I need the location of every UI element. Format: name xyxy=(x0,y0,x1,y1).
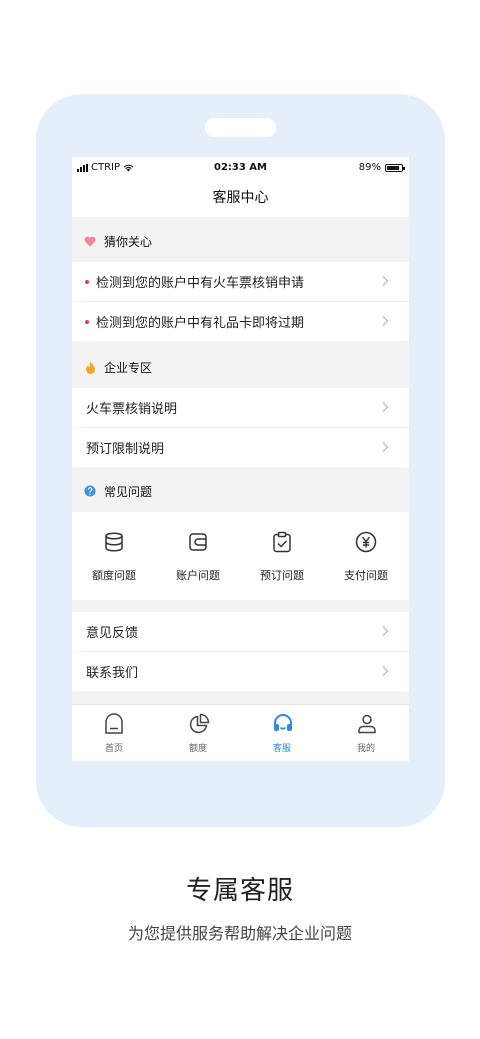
chevron-right-icon xyxy=(382,626,389,636)
alert-dot xyxy=(85,279,89,284)
fire-icon xyxy=(84,361,96,374)
headset-icon xyxy=(274,714,292,731)
section-faq-title: 常见问题 xyxy=(104,484,153,499)
faq-label: 预订问题 xyxy=(260,569,304,582)
section-faq-header: 常见问题 xyxy=(72,470,409,512)
section-guess-title: 猜你关心 xyxy=(104,234,153,249)
alert-dot xyxy=(85,319,89,324)
faq-payment-button[interactable]: 支付问题 xyxy=(324,512,408,600)
list-item-label: 火车票核销说明 xyxy=(86,402,178,417)
list-item-label: 联系我们 xyxy=(86,666,139,681)
tab-label: 客服 xyxy=(272,744,291,754)
battery-percent: 89% xyxy=(358,162,381,173)
battery-icon xyxy=(385,163,405,172)
section-enterprise-header: 企业专区 xyxy=(72,346,409,388)
tab-mine[interactable]: 我的 xyxy=(324,705,408,761)
list-item-label: 检测到您的账户中有礼品卡即将过期 xyxy=(96,316,305,331)
faq-category-grid: 额度问题 账户问题 预订问题 支付问题 xyxy=(72,512,409,600)
faq-booking-button[interactable]: 预订问题 xyxy=(240,512,324,600)
tab-label: 我的 xyxy=(356,744,375,754)
list-item-train-refund-alert[interactable]: 检测到您的账户中有火车票核销申请 xyxy=(72,262,409,301)
faq-account-button[interactable]: 账户问题 xyxy=(156,512,240,600)
list-item-label: 预订限制说明 xyxy=(86,442,165,457)
list-item-train-refund-info[interactable]: 火车票核销说明 xyxy=(72,388,409,427)
list-item-giftcard-alert[interactable]: 检测到您的账户中有礼品卡即将过期 xyxy=(72,302,409,341)
pie-chart-icon xyxy=(189,713,210,734)
tab-quota[interactable]: 额度 xyxy=(156,705,240,761)
faq-label: 账户问题 xyxy=(176,569,220,582)
yen-circle-icon xyxy=(355,531,377,553)
list-item-label: 检测到您的账户中有火车票核销申请 xyxy=(96,276,305,291)
tab-label: 额度 xyxy=(188,744,207,754)
section-guess-header: 猜你关心 xyxy=(72,220,409,262)
list-item-booking-limit-info[interactable]: 预订限制说明 xyxy=(72,428,409,467)
home-icon xyxy=(105,713,123,734)
tab-service[interactable]: 客服 xyxy=(240,705,324,761)
list-item-contact-us[interactable]: 联系我们 xyxy=(72,652,409,691)
caption-subtitle: 为您提供服务帮助解决企业问题 xyxy=(127,924,352,943)
tab-home[interactable]: 首页 xyxy=(72,705,156,761)
tab-bar: 首页 额度 客服 我的 xyxy=(72,704,409,761)
heart-icon xyxy=(84,235,96,247)
user-icon xyxy=(358,714,376,734)
list-item-feedback[interactable]: 意见反馈 xyxy=(72,612,409,651)
chevron-right-icon xyxy=(382,442,389,452)
faq-label: 支付问题 xyxy=(344,569,388,582)
page-title: 客服中心 xyxy=(72,179,409,217)
chevron-right-icon xyxy=(382,276,389,286)
section-enterprise-title: 企业专区 xyxy=(104,360,153,375)
chevron-right-icon xyxy=(382,316,389,326)
chevron-right-icon xyxy=(382,666,389,676)
list-item-label: 意见反馈 xyxy=(86,626,139,641)
app-screen: CTRIP 02:33 AM 89% 客服中心 猜你关心 检测到您的账户中有火车… xyxy=(72,157,409,761)
database-icon xyxy=(105,532,123,552)
clipboard-check-icon xyxy=(273,531,291,553)
phone-speaker xyxy=(205,118,276,137)
tab-label: 首页 xyxy=(104,744,123,754)
faq-quota-button[interactable]: 额度问题 xyxy=(72,512,156,600)
chevron-right-icon xyxy=(382,402,389,412)
caption-title: 专属客服 xyxy=(185,876,294,906)
status-bar: CTRIP 02:33 AM 89% xyxy=(72,157,409,179)
wallet-icon xyxy=(189,533,207,551)
help-icon xyxy=(84,485,96,497)
faq-label: 额度问题 xyxy=(92,569,136,582)
